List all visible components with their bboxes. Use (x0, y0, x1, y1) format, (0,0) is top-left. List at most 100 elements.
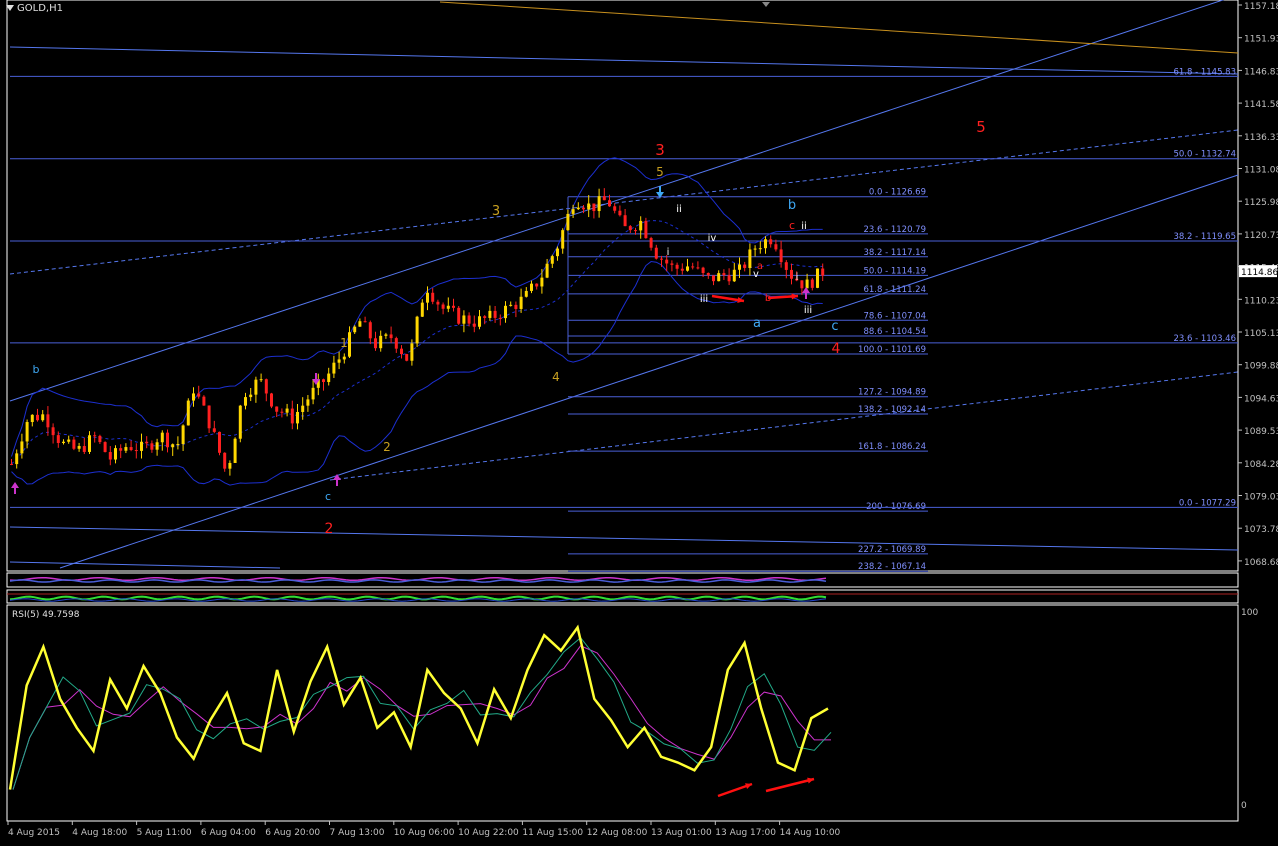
candle-body (244, 397, 247, 406)
up-arrow-icon (333, 474, 341, 486)
candle-body (332, 362, 336, 374)
wave-label: i (667, 247, 670, 258)
fib-level-label-wide: 0.0 - 1077.29 (1179, 498, 1236, 508)
fib-level-label-wide: 61.8 - 1145.83 (1173, 67, 1236, 77)
price-label: 1157.18 (1244, 2, 1278, 12)
candle-body (36, 414, 39, 421)
candle-body (592, 203, 596, 212)
price-label: 1110.23 (1244, 296, 1278, 306)
candle-body (608, 200, 611, 207)
candle-body (171, 444, 175, 448)
candle-body (478, 316, 481, 327)
candle-body (134, 450, 138, 452)
candle-body (238, 405, 242, 439)
symbol-title[interactable]: GOLD,H1 (6, 3, 63, 14)
candle-body (597, 196, 601, 212)
candle-body (810, 279, 814, 288)
wave-label: c (325, 490, 331, 503)
fib-level-label: 238.2 - 1067.14 (858, 562, 926, 572)
candle-body (192, 393, 195, 401)
candle-body (649, 238, 653, 248)
candle-body (467, 315, 471, 324)
candle-body (727, 275, 731, 282)
time-label: 4 Aug 2015 (8, 828, 60, 838)
candle-body (301, 405, 305, 412)
candle-body (249, 394, 253, 398)
candle-body (462, 315, 466, 324)
candle-body (415, 316, 419, 344)
candle-body (436, 301, 440, 305)
upper-flat-line (9, 46, 1239, 75)
candle-body (342, 356, 346, 360)
candle-body (545, 263, 549, 278)
candle-body (431, 292, 435, 302)
candle-body (166, 432, 169, 448)
candle-body (758, 248, 762, 250)
candle-body (722, 273, 726, 276)
candle-body (254, 379, 258, 395)
price-label: 1079.03 (1244, 493, 1278, 503)
wave-label: b (33, 363, 40, 376)
candle-body (20, 441, 24, 454)
fib-level-label: 78.6 - 1107.04 (863, 311, 926, 321)
wave-label: a (757, 261, 763, 272)
candle-body (197, 393, 201, 397)
bottom-flat-line (9, 561, 281, 569)
dropdown-triangle-icon[interactable] (6, 5, 14, 11)
candle-body (602, 196, 606, 201)
wave-label: ii (676, 204, 682, 215)
candle-body (77, 446, 81, 449)
candle-body (62, 441, 65, 443)
price-label: 1141.58 (1244, 100, 1278, 110)
fib-level-label: 61.8 - 1111.24 (863, 285, 926, 295)
candle-body (665, 259, 669, 264)
candle-body (275, 406, 279, 412)
candle-body (784, 262, 788, 270)
candle-body (337, 359, 341, 363)
candle-body (160, 432, 164, 443)
candle-body (457, 307, 461, 324)
candle-body (51, 427, 55, 436)
candle-body (753, 248, 757, 250)
candle-body (691, 266, 695, 268)
price-label: 1131.08 (1244, 166, 1278, 176)
candle-body (67, 439, 71, 442)
time-label: 14 Aug 10:00 (780, 828, 841, 838)
time-label: 4 Aug 18:00 (72, 828, 127, 838)
candle-body (218, 431, 221, 453)
fibonacci-levels: 0.0 - 1126.69 23.6 - 1120.79 38.2 - 1117.1… (10, 67, 1238, 572)
price-label: 1089.53 (1244, 427, 1278, 437)
candle-body (306, 399, 310, 406)
fib-level-label: 88.6 - 1104.54 (863, 327, 926, 337)
lower-flat-line (9, 526, 1239, 551)
candlesticks (10, 188, 825, 476)
candle-body (264, 379, 268, 394)
wave-label: iii (804, 305, 812, 316)
candle-body (129, 447, 133, 451)
price-label: 1136.33 (1244, 133, 1278, 143)
candle-body (374, 338, 377, 349)
wave-label: 4 (552, 370, 560, 384)
candle-body (764, 239, 767, 249)
wave-label: c (831, 319, 838, 334)
candle-body (358, 321, 362, 327)
candle-body (259, 379, 263, 381)
candle-body (233, 438, 237, 463)
wave-label: 5 (656, 165, 664, 179)
candle-body (571, 209, 575, 214)
time-label: 13 Aug 01:00 (651, 828, 712, 838)
down-arrow-icon (656, 186, 664, 198)
candle-body (327, 373, 331, 383)
candle-body (743, 264, 747, 268)
top-marker-icon (762, 2, 770, 7)
candle-body (389, 334, 393, 339)
candle-body (93, 435, 97, 437)
candle-body (644, 220, 648, 239)
candle-body (270, 393, 273, 407)
wave-label: 2 (383, 440, 391, 454)
candle-body (114, 448, 117, 460)
candle-body (509, 304, 513, 306)
fib-level-label: 127.2 - 1094.89 (858, 388, 926, 398)
candle-body (290, 408, 294, 424)
candle-body (524, 290, 528, 297)
